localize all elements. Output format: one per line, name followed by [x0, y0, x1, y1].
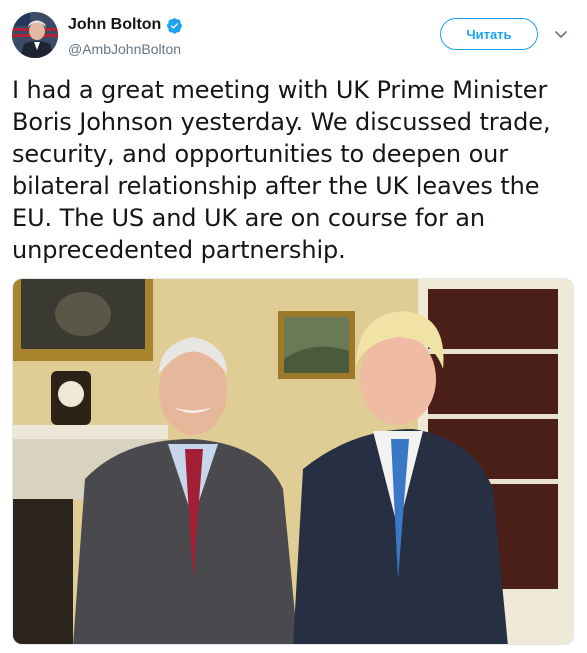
- avatar[interactable]: [12, 12, 58, 58]
- user-handle[interactable]: @AmbJohnBolton: [68, 41, 181, 57]
- tweet-photo[interactable]: [12, 278, 574, 645]
- name-row: John Bolton: [68, 16, 183, 34]
- chevron-down-icon[interactable]: [553, 26, 569, 42]
- follow-button[interactable]: Читать: [440, 18, 538, 50]
- display-name[interactable]: John Bolton: [68, 16, 161, 34]
- tweet-text: I had a great meeting with UK Prime Mini…: [12, 76, 551, 264]
- verified-badge-icon: [167, 17, 183, 34]
- tweet-header: John Bolton @AmbJohnBolton Читать: [12, 12, 575, 62]
